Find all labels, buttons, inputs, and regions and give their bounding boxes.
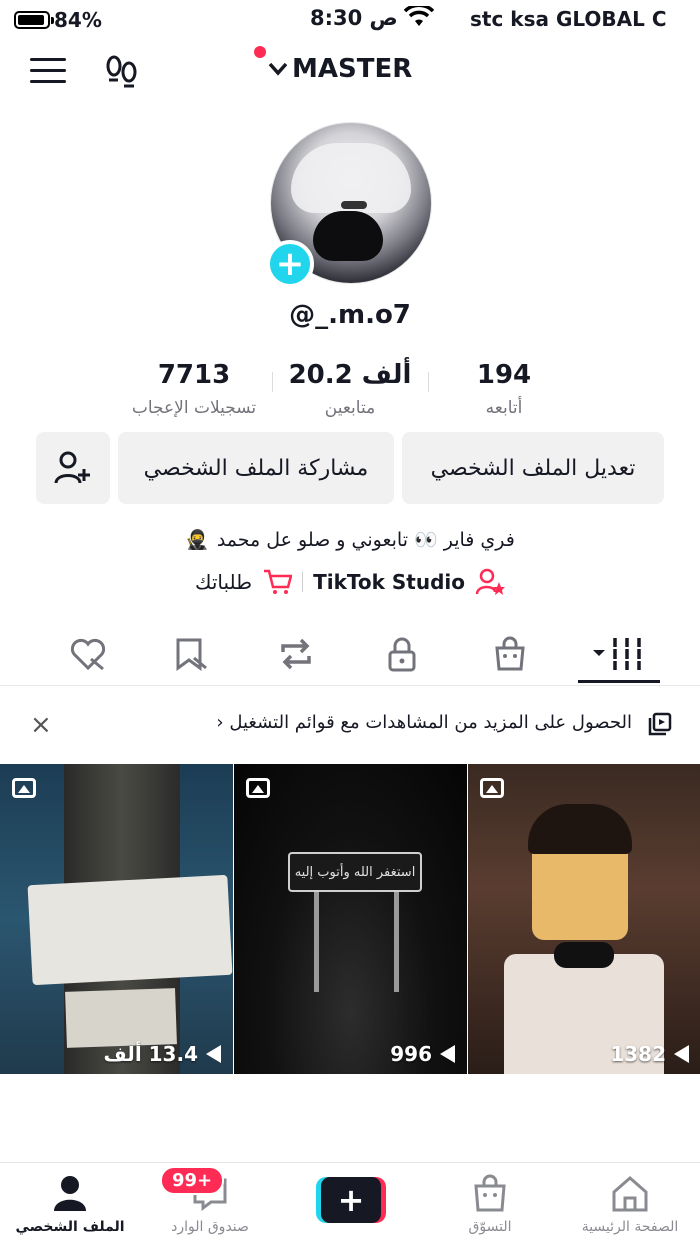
chevron-left-icon: ‹ xyxy=(216,712,224,733)
play-icon xyxy=(440,1045,455,1063)
content-tabs xyxy=(0,626,700,686)
tab-liked[interactable] xyxy=(58,634,118,674)
account-name: MASTER xyxy=(292,54,413,84)
nav-home[interactable]: الصفحة الرئيسية xyxy=(570,1173,690,1235)
battery-icon xyxy=(14,11,54,29)
road-sign: استغفر الله وأتوب إليه xyxy=(288,852,422,892)
view-count: 1382 xyxy=(610,1042,666,1066)
bottom-navigation: الصفحة الرئيسية التسوّق + صندوق الوارد ا… xyxy=(0,1162,700,1245)
nav-profile[interactable]: الملف الشخصي xyxy=(10,1173,130,1235)
tab-reposts[interactable] xyxy=(266,634,326,674)
play-icon xyxy=(206,1045,221,1063)
stat-value: 194 xyxy=(476,360,532,390)
play-icon xyxy=(674,1045,689,1063)
stat-label: تسجيلات الإعجاب xyxy=(131,398,257,418)
stat-likes[interactable]: 7713 تسجيلات الإعجاب xyxy=(114,360,274,418)
edit-profile-button[interactable]: تعديل الملف الشخصي xyxy=(402,432,664,504)
bookmark-hidden-icon xyxy=(176,638,207,671)
wifi-icon xyxy=(403,3,435,32)
stat-followers[interactable]: 20.2 ألف متابعين xyxy=(270,360,430,418)
battery-percent: 84% xyxy=(54,8,102,32)
share-profile-button[interactable]: مشاركة الملف الشخصي xyxy=(118,432,394,504)
tiktok-studio-link[interactable]: TikTok Studio xyxy=(313,570,465,594)
add-friend-button[interactable] xyxy=(36,432,110,504)
menu-icon[interactable] xyxy=(30,58,66,84)
creator-star-icon xyxy=(475,568,505,595)
notification-dot xyxy=(254,46,266,58)
stat-value: 7713 xyxy=(157,360,231,390)
nav-shop-label: التسوّق xyxy=(468,1219,512,1235)
battery-indicator: 84% xyxy=(14,8,102,32)
add-story-button[interactable]: + xyxy=(266,240,314,288)
playlist-promo-banner[interactable]: × الحصول على المزيد من المشاهدات مع قوائ… xyxy=(0,702,700,748)
promo-text: الحصول على المزيد من المشاهدات مع قوائم … xyxy=(229,712,632,733)
home-icon xyxy=(612,1176,648,1212)
create-button[interactable]: + xyxy=(316,1177,386,1223)
video-thumbnail[interactable]: 1382 xyxy=(468,764,700,1074)
photo-icon xyxy=(246,778,270,798)
footprints-icon[interactable] xyxy=(104,54,140,92)
account-switcher[interactable]: MASTER xyxy=(254,46,413,84)
playlist-icon xyxy=(648,712,672,740)
username: @_.m.o7 xyxy=(289,300,411,330)
heart-hidden-icon xyxy=(70,638,106,671)
close-icon[interactable]: × xyxy=(30,710,52,740)
profile-header: MASTER xyxy=(0,46,700,96)
photo-icon xyxy=(480,778,504,798)
nav-home-label: الصفحة الرئيسية xyxy=(581,1219,679,1235)
profile-links: TikTok Studio طلباتك xyxy=(0,568,700,596)
view-count: 13.4 ألف xyxy=(103,1042,198,1066)
add-user-icon xyxy=(54,451,90,484)
inbox-badge: 99+ xyxy=(160,1166,225,1195)
bio: فري فاير 👀 تابعوني و صلو عل محمد 🥷 xyxy=(0,528,700,551)
carrier-name: stc ksa GLOBAL C xyxy=(470,7,667,31)
photo-icon xyxy=(12,778,36,798)
view-count: 996 xyxy=(390,1042,432,1066)
tab-private[interactable] xyxy=(372,634,432,674)
nav-inbox-label: صندوق الوارد xyxy=(171,1219,249,1235)
cart-icon xyxy=(264,569,293,594)
lock-icon xyxy=(388,637,416,672)
chevron-down-icon xyxy=(268,62,288,76)
tab-videos[interactable] xyxy=(588,634,648,674)
shopping-bag-icon xyxy=(474,1174,506,1212)
tab-favorites[interactable] xyxy=(160,634,220,674)
orders-link[interactable]: طلباتك xyxy=(195,570,252,594)
repost-icon xyxy=(281,638,311,670)
plus-icon: + xyxy=(321,1177,381,1223)
stat-value: 20.2 ألف xyxy=(288,360,412,390)
active-tab-indicator xyxy=(578,680,660,683)
bio-text: فري فاير 👀 تابعوني و صلو عل محمد xyxy=(216,529,515,551)
stat-following[interactable]: 194 أتابعه xyxy=(424,360,584,418)
video-thumbnail[interactable]: استغفر الله وأتوب إليه 996 xyxy=(234,764,467,1074)
grid-icon xyxy=(593,638,643,670)
stat-label: أتابعه xyxy=(485,398,523,418)
tab-shop[interactable] xyxy=(480,634,540,674)
profile-icon xyxy=(54,1176,86,1211)
shopping-bag-icon xyxy=(495,636,525,671)
status-bar: 84% 8:30 ص stc ksa GLOBAL C xyxy=(0,0,700,38)
status-time: 8:30 ص xyxy=(310,6,398,30)
bio-emoji: 🥷 xyxy=(185,529,209,551)
nav-profile-label: الملف الشخصي xyxy=(15,1219,125,1235)
video-thumbnail[interactable]: 13.4 ألف xyxy=(0,764,233,1074)
nav-shop[interactable]: التسوّق xyxy=(430,1173,550,1235)
stat-label: متابعين xyxy=(324,398,376,418)
